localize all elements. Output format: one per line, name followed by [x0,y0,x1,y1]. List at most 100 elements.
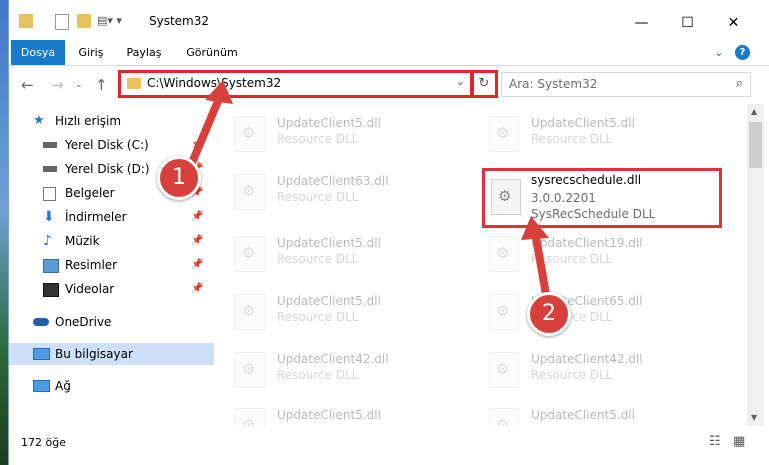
sidebar-item-pictures[interactable]: Resimler 📌 [9,254,214,276]
list-item[interactable]: UpdateClient5.dll Resource DLL [221,108,461,158]
dll-file-icon [489,236,519,272]
scrollbar-thumb[interactable] [749,122,762,168]
file-version: 3.0.0.2201 [531,191,596,205]
file-name: UpdateClient5.dll [277,408,381,422]
file-name: UpdateClient5.dll [277,294,381,308]
sidebar-item-label: Ağ [55,379,71,393]
recent-chevron-icon[interactable]: ⌄ [75,80,83,90]
sidebar-item-label: Belgeler [65,186,115,200]
customize-toolbar-icon[interactable]: ▤▾ ▾ [97,14,127,28]
close-button[interactable]: ✕ [711,8,756,38]
list-item[interactable]: UpdateClient42.dll Resource DLL [221,344,461,394]
scroll-down-icon[interactable]: ▼ [751,413,757,422]
forward-arrow-icon[interactable]: → [51,76,64,94]
file-name: UpdateClient5.dll [277,116,381,130]
star-icon: ★ [33,113,45,128]
list-item[interactable]: UpdateClient42.dll Resource DLL [475,344,715,394]
sidebar-item-label: Yerel Disk (D:) [65,162,150,176]
highlighted-file-item[interactable]: sysrecschedule.dll 3.0.0.2201 SysRecSche… [482,168,722,228]
address-row: ← → ⌄ ↑ C:\Windows\System32 ⌄ ↻ Ara: Sys… [9,66,769,104]
sidebar-item-label: Resimler [65,258,118,272]
file-list: UpdateClient5.dll Resource DLL UpdateCli… [221,104,746,426]
dll-file-icon [491,179,521,215]
file-type: Resource DLL [277,252,359,266]
pin-icon[interactable]: 📌 [191,134,203,156]
cloud-icon [33,318,49,326]
sidebar-item-videos[interactable]: Videolar 📌 [9,278,214,300]
list-item[interactable]: UpdateClient5.dll Resource DLL [221,228,461,278]
file-name: UpdateClient42.dll [531,352,643,366]
file-name: UpdateClient5.dll [531,408,635,422]
music-icon: ♪ [43,233,52,249]
dll-file-icon [489,352,519,388]
properties-icon[interactable] [55,14,69,30]
dll-file-icon [235,116,265,152]
vertical-scrollbar[interactable]: ▲ ▼ [747,104,764,426]
file-name: UpdateClient63.dll [277,174,389,188]
sidebar-item-this-pc[interactable]: Bu bilgisayar [9,343,214,365]
help-icon[interactable]: ? [735,45,750,60]
scroll-up-icon[interactable]: ▲ [751,107,757,116]
list-item[interactable]: UpdateClient19.dll Resource DLL [475,228,715,278]
file-type: Resource DLL [531,132,613,146]
tiles-view-icon[interactable]: ▦ [733,434,745,449]
callout-2: 2 [527,292,571,336]
list-item[interactable]: UpdateClient5.dll Resource DLL [475,400,715,426]
dll-file-icon [489,294,519,330]
chevron-down-icon[interactable]: ⌄ [456,75,465,88]
dll-file-icon [235,236,265,272]
file-type: Resource DLL [277,424,358,426]
sidebar-item-network[interactable]: Ağ [9,375,214,397]
pin-icon[interactable]: 📌 [191,230,203,252]
pin-icon[interactable]: 📌 [191,206,203,228]
drive-icon [43,142,57,148]
pin-icon[interactable]: 📌 [191,278,203,300]
sidebar-item-onedrive[interactable]: OneDrive [9,311,214,333]
pin-icon[interactable]: 📌 [191,254,203,276]
back-arrow-icon[interactable]: ← [21,76,34,94]
sidebar-item-disk-c[interactable]: Yerel Disk (C:) 📌 [9,134,214,156]
folder-icon [19,14,33,28]
list-item[interactable]: UpdateClient5.dll Resource DLL [475,108,715,158]
minimize-button[interactable]: — [619,8,664,38]
address-path[interactable]: C:\Windows\System32 [147,76,281,90]
file-type: Resource DLL [531,252,613,266]
title-bar: ▤▾ ▾ System32 — ☐ ✕ [9,0,769,40]
tab-file[interactable]: Dosya [11,40,65,65]
dll-file-icon [235,294,265,330]
tab-view[interactable]: Görünüm [181,40,243,65]
list-item[interactable]: UpdateClient63.dll Resource DLL [221,166,461,216]
maximize-button[interactable]: ☐ [665,8,710,38]
new-folder-icon[interactable] [77,14,91,28]
navigation-pane: ★ Hızlı erişim Yerel Disk (C:) 📌 Yerel D… [9,104,214,426]
sidebar-item-label: Hızlı erişim [55,114,122,128]
list-item[interactable]: UpdateClient5.dll Resource DLL [221,400,461,426]
file-type: Resource DLL [531,424,612,426]
file-name: UpdateClient5.dll [277,236,381,250]
list-item[interactable]: UpdateClient65.dll Resource DLL [475,286,715,336]
search-input[interactable]: Ara: System32 [509,77,597,91]
sidebar-item-quick-access[interactable]: ★ Hızlı erişim [9,110,214,132]
window-title: System32 [149,14,210,28]
dll-file-icon [235,408,265,426]
sidebar-item-downloads[interactable]: ⬇ İndirmeler 📌 [9,206,214,228]
network-icon [33,380,50,392]
details-view-icon[interactable]: ☷ [709,434,721,449]
file-type: Resource DLL [277,132,359,146]
file-name: UpdateClient42.dll [277,352,389,366]
tab-home[interactable]: Giriş [69,40,113,65]
refresh-button[interactable]: ↻ [470,70,498,98]
search-box[interactable]: Ara: System32 ⌕ [501,72,751,97]
search-icon[interactable]: ⌕ [736,76,743,91]
ribbon-expand-icon[interactable]: ⌄ [709,40,729,65]
video-icon [43,283,59,297]
sidebar-item-label: Bu bilgisayar [55,347,133,361]
tab-share[interactable]: Paylaş [119,40,169,65]
address-bar[interactable]: C:\Windows\System32 ⌄ [118,70,474,98]
sidebar-item-music[interactable]: ♪ Müzik 📌 [9,230,214,252]
list-item[interactable]: UpdateClient5.dll Resource DLL [221,286,461,336]
sidebar-item-label: İndirmeler [65,210,127,224]
dll-file-icon [235,174,265,210]
up-arrow-icon[interactable]: ↑ [95,76,108,94]
status-bar: 172 öğe ☷ ▦ [9,430,769,465]
